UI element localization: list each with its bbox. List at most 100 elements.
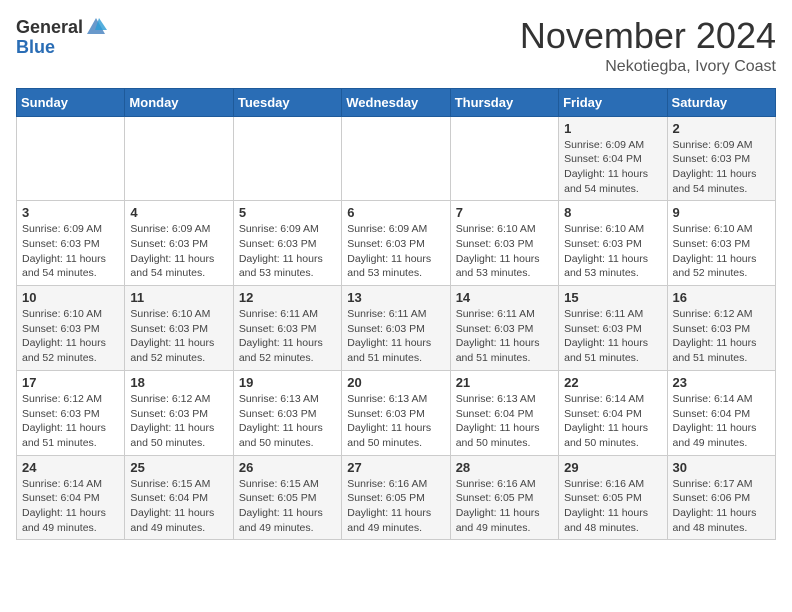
- week-row-5: 24 Sunrise: 6:14 AM Sunset: 6:04 PM Dayli…: [17, 455, 776, 540]
- day-info: Sunrise: 6:14 AM Sunset: 6:04 PM Dayligh…: [564, 392, 661, 451]
- day-cell: 10Sunrise: 6:10 AM Sunset: 6:03 PM Dayli…: [17, 286, 125, 371]
- day-cell: 8 Sunrise: 6:10 AM Sunset: 6:03 PM Daylig…: [559, 201, 667, 286]
- day-cell: 11 Sunrise: 6:10 AM Sunset: 6:03 PM Dayli…: [125, 286, 233, 371]
- day-info: Sunrise: 6:11 AM Sunset: 6:03 PM Dayligh…: [347, 307, 444, 366]
- week-row-3: 10Sunrise: 6:10 AM Sunset: 6:03 PM Dayli…: [17, 286, 776, 371]
- day-info: Sunrise: 6:17 AM Sunset: 6:06 PM Dayligh…: [673, 477, 770, 536]
- day-info: Sunrise: 6:09 AM Sunset: 6:04 PM Dayligh…: [564, 138, 661, 197]
- day-info: Sunrise: 6:11 AM Sunset: 6:03 PM Dayligh…: [239, 307, 336, 366]
- day-cell: 6 Sunrise: 6:09 AM Sunset: 6:03 PM Daylig…: [342, 201, 450, 286]
- logo-general: General: [16, 18, 83, 36]
- day-info: Sunrise: 6:12 AM Sunset: 6:03 PM Dayligh…: [130, 392, 227, 451]
- header-day-saturday: Saturday: [667, 88, 775, 116]
- day-info: Sunrise: 6:10 AM Sunset: 6:03 PM Dayligh…: [456, 222, 553, 281]
- day-number: 26: [239, 460, 336, 475]
- day-info: Sunrise: 6:10 AM Sunset: 6:03 PM Dayligh…: [673, 222, 770, 281]
- day-number: 5: [239, 205, 336, 220]
- day-number: 22: [564, 375, 661, 390]
- day-cell: 17Sunrise: 6:12 AM Sunset: 6:03 PM Dayli…: [17, 370, 125, 455]
- day-cell: 4 Sunrise: 6:09 AM Sunset: 6:03 PM Daylig…: [125, 201, 233, 286]
- location-title: Nekotiegba, Ivory Coast: [520, 58, 776, 76]
- day-cell: [233, 116, 341, 201]
- week-row-1: 1 Sunrise: 6:09 AM Sunset: 6:04 PM Daylig…: [17, 116, 776, 201]
- day-info: Sunrise: 6:11 AM Sunset: 6:03 PM Dayligh…: [456, 307, 553, 366]
- day-number: 18: [130, 375, 227, 390]
- day-number: 15: [564, 290, 661, 305]
- day-cell: [125, 116, 233, 201]
- page-header: General Blue November 2024 Nekotiegba, I…: [16, 16, 776, 76]
- day-info: Sunrise: 6:15 AM Sunset: 6:05 PM Dayligh…: [239, 477, 336, 536]
- day-cell: 5Sunrise: 6:09 AM Sunset: 6:03 PM Daylig…: [233, 201, 341, 286]
- day-number: 9: [673, 205, 770, 220]
- header-day-wednesday: Wednesday: [342, 88, 450, 116]
- day-cell: 26 Sunrise: 6:15 AM Sunset: 6:05 PM Dayli…: [233, 455, 341, 540]
- day-info: Sunrise: 6:13 AM Sunset: 6:03 PM Dayligh…: [347, 392, 444, 451]
- day-cell: 3Sunrise: 6:09 AM Sunset: 6:03 PM Daylig…: [17, 201, 125, 286]
- header-day-thursday: Thursday: [450, 88, 558, 116]
- week-row-4: 17 Sunrise: 6:12 AM Sunset: 6:03 PM Dayli…: [17, 370, 776, 455]
- calendar-header: SundayMondayTuesdayWednesdayThursdayFrid…: [17, 88, 776, 116]
- header-day-sunday: Sunday: [17, 88, 125, 116]
- day-info: Sunrise: 6:15 AM Sunset: 6:04 PM Dayligh…: [130, 477, 227, 536]
- logo: General Blue: [16, 16, 107, 56]
- day-cell: 24 Sunrise: 6:14 AM Sunset: 6:04 PM Dayli…: [17, 455, 125, 540]
- day-number: 23: [673, 375, 770, 390]
- day-cell: 28Sunrise: 6:16 AM Sunset: 6:05 PM Dayli…: [450, 455, 558, 540]
- day-info: Sunrise: 6:16 AM Sunset: 6:05 PM Dayligh…: [347, 477, 444, 536]
- day-info: Sunrise: 6:12 AM Sunset: 6:03 PM Dayligh…: [673, 307, 770, 366]
- logo-icon: [85, 16, 107, 38]
- day-cell: 18 Sunrise: 6:12 AM Sunset: 6:03 PM Dayli…: [125, 370, 233, 455]
- day-cell: 30Sunrise: 6:17 AM Sunset: 6:06 PM Dayli…: [667, 455, 775, 540]
- calendar-table: SundayMondayTuesdayWednesdayThursdayFrid…: [16, 88, 776, 541]
- day-cell: 1 Sunrise: 6:09 AM Sunset: 6:04 PM Daylig…: [559, 116, 667, 201]
- day-cell: 21Sunrise: 6:13 AM Sunset: 6:04 PM Dayli…: [450, 370, 558, 455]
- day-cell: [17, 116, 125, 201]
- header-day-monday: Monday: [125, 88, 233, 116]
- logo-blue: Blue: [16, 38, 55, 56]
- day-info: Sunrise: 6:10 AM Sunset: 6:03 PM Dayligh…: [564, 222, 661, 281]
- day-info: Sunrise: 6:13 AM Sunset: 6:04 PM Dayligh…: [456, 392, 553, 451]
- header-day-tuesday: Tuesday: [233, 88, 341, 116]
- day-number: 20: [347, 375, 444, 390]
- header-day-friday: Friday: [559, 88, 667, 116]
- day-cell: 27Sunrise: 6:16 AM Sunset: 6:05 PM Dayli…: [342, 455, 450, 540]
- day-number: 2: [673, 121, 770, 136]
- day-info: Sunrise: 6:16 AM Sunset: 6:05 PM Dayligh…: [456, 477, 553, 536]
- day-cell: 23Sunrise: 6:14 AM Sunset: 6:04 PM Dayli…: [667, 370, 775, 455]
- week-row-2: 3Sunrise: 6:09 AM Sunset: 6:03 PM Daylig…: [17, 201, 776, 286]
- day-cell: 29 Sunrise: 6:16 AM Sunset: 6:05 PM Dayli…: [559, 455, 667, 540]
- day-cell: 22 Sunrise: 6:14 AM Sunset: 6:04 PM Dayli…: [559, 370, 667, 455]
- day-number: 16: [673, 290, 770, 305]
- day-number: 11: [130, 290, 227, 305]
- calendar-body: 1 Sunrise: 6:09 AM Sunset: 6:04 PM Daylig…: [17, 116, 776, 540]
- day-number: 17: [22, 375, 119, 390]
- day-info: Sunrise: 6:10 AM Sunset: 6:03 PM Dayligh…: [130, 307, 227, 366]
- day-info: Sunrise: 6:09 AM Sunset: 6:03 PM Dayligh…: [347, 222, 444, 281]
- day-cell: 9 Sunrise: 6:10 AM Sunset: 6:03 PM Daylig…: [667, 201, 775, 286]
- day-cell: 13 Sunrise: 6:11 AM Sunset: 6:03 PM Dayli…: [342, 286, 450, 371]
- day-cell: 16 Sunrise: 6:12 AM Sunset: 6:03 PM Dayli…: [667, 286, 775, 371]
- day-cell: [342, 116, 450, 201]
- day-number: 7: [456, 205, 553, 220]
- day-cell: 19Sunrise: 6:13 AM Sunset: 6:03 PM Dayli…: [233, 370, 341, 455]
- day-number: 24: [22, 460, 119, 475]
- header-row: SundayMondayTuesdayWednesdayThursdayFrid…: [17, 88, 776, 116]
- day-number: 13: [347, 290, 444, 305]
- day-info: Sunrise: 6:11 AM Sunset: 6:03 PM Dayligh…: [564, 307, 661, 366]
- day-number: 4: [130, 205, 227, 220]
- day-number: 6: [347, 205, 444, 220]
- day-number: 12: [239, 290, 336, 305]
- day-number: 8: [564, 205, 661, 220]
- day-number: 1: [564, 121, 661, 136]
- day-info: Sunrise: 6:09 AM Sunset: 6:03 PM Dayligh…: [22, 222, 119, 281]
- day-cell: 2 Sunrise: 6:09 AM Sunset: 6:03 PM Daylig…: [667, 116, 775, 201]
- day-cell: [450, 116, 558, 201]
- day-info: Sunrise: 6:13 AM Sunset: 6:03 PM Dayligh…: [239, 392, 336, 451]
- day-info: Sunrise: 6:09 AM Sunset: 6:03 PM Dayligh…: [130, 222, 227, 281]
- day-info: Sunrise: 6:16 AM Sunset: 6:05 PM Dayligh…: [564, 477, 661, 536]
- day-info: Sunrise: 6:14 AM Sunset: 6:04 PM Dayligh…: [22, 477, 119, 536]
- day-info: Sunrise: 6:09 AM Sunset: 6:03 PM Dayligh…: [673, 138, 770, 197]
- day-number: 29: [564, 460, 661, 475]
- day-number: 25: [130, 460, 227, 475]
- day-cell: 15 Sunrise: 6:11 AM Sunset: 6:03 PM Dayli…: [559, 286, 667, 371]
